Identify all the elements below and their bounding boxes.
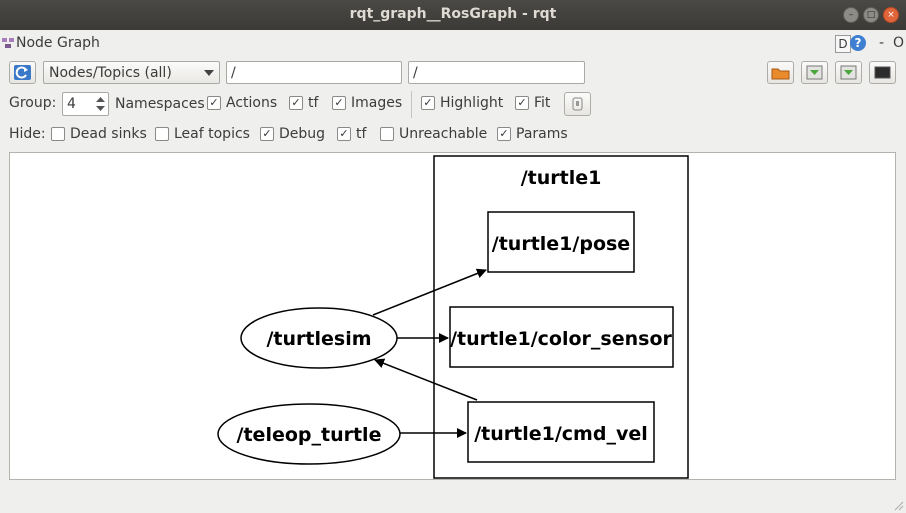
maximize-button[interactable]: □: [863, 7, 879, 23]
group-label: Group:: [9, 95, 57, 111]
fit-view-button[interactable]: [564, 92, 591, 116]
plugin-title: Node Graph: [16, 35, 100, 51]
topic-color-sensor-label: /turtle1/color_sensor: [450, 328, 672, 350]
graph-canvas[interactable]: /turtle1 /turtle1/pose /turtle1/color_se…: [9, 152, 896, 480]
debug-label: Debug: [279, 126, 326, 142]
close-plugin-button[interactable]: O: [893, 35, 904, 51]
tf-group-label: tf: [308, 95, 319, 111]
dead-sinks-checkbox[interactable]: [51, 127, 65, 141]
node-turtlesim-label: /turtlesim: [266, 328, 371, 350]
graph-svg: /turtle1 /turtle1/pose /turtle1/color_se…: [217, 155, 689, 479]
window-title: rqt_graph__RosGraph - rqt: [349, 6, 557, 22]
save-dot-button[interactable]: [801, 61, 828, 84]
fit-checkbox[interactable]: ✓: [515, 96, 529, 110]
save-svg-icon: [840, 65, 857, 80]
save-dot-icon: [806, 65, 823, 80]
minimize-plugin-button[interactable]: -: [879, 35, 884, 51]
tf-group-checkbox[interactable]: ✓: [332, 96, 346, 110]
fit-label: Fit: [534, 95, 551, 111]
help-icon[interactable]: ?: [850, 35, 866, 51]
topic-filter-input[interactable]: /: [408, 61, 585, 84]
images-label: Images: [351, 95, 403, 111]
unreachable-checkbox[interactable]: [380, 127, 394, 141]
load-dot-button[interactable]: [767, 61, 794, 84]
namespaces-checkbox[interactable]: ✓: [207, 96, 221, 110]
group-spinbox[interactable]: 4: [62, 92, 109, 116]
leaf-topics-label: Leaf topics: [174, 126, 250, 142]
unreachable-label: Unreachable: [399, 126, 488, 142]
params-label: Params: [516, 126, 568, 142]
highlight-label: Highlight: [440, 95, 504, 111]
graph-mode-value: Nodes/Topics (all): [49, 65, 172, 81]
spin-arrows-icon[interactable]: [96, 96, 105, 112]
node-filter-value: /: [231, 65, 236, 81]
dead-sinks-label: Dead sinks: [70, 126, 147, 142]
hide-label: Hide:: [9, 126, 46, 142]
node-teleop-turtle-label: /teleop_turtle: [237, 424, 382, 446]
minimize-button[interactable]: –: [843, 7, 859, 23]
hide-tf-label: tf: [356, 126, 367, 142]
topic-cmd-vel-label: /turtle1/cmd_vel: [474, 423, 648, 445]
refresh-icon: [14, 65, 31, 80]
separator: [411, 91, 412, 118]
topic-pose-label: /turtle1/pose: [492, 233, 630, 255]
resize-grip-icon[interactable]: [893, 500, 904, 511]
hide-tf-checkbox[interactable]: ✓: [337, 127, 351, 141]
actions-label: Actions: [226, 95, 278, 111]
leaf-topics-checkbox[interactable]: [155, 127, 169, 141]
namespaces-label: Namespaces: [115, 96, 205, 112]
fit-view-icon: [572, 97, 583, 111]
params-checkbox[interactable]: ✓: [497, 127, 511, 141]
window-titlebar: rqt_graph__RosGraph - rqt – □ ×: [0, 0, 906, 30]
save-svg-button[interactable]: [835, 61, 862, 84]
folder-open-icon: [771, 68, 790, 80]
cluster-label: /turtle1: [521, 167, 602, 189]
group-value: 4: [67, 96, 76, 112]
chevron-down-icon: [204, 70, 214, 76]
close-button[interactable]: ×: [883, 7, 899, 23]
refresh-button[interactable]: [9, 61, 36, 84]
topic-filter-value: /: [413, 65, 418, 81]
d-button[interactable]: D: [835, 35, 851, 53]
node-filter-input[interactable]: /: [226, 61, 402, 84]
graph-mode-select[interactable]: Nodes/Topics (all): [43, 61, 220, 84]
screenshot-icon: [874, 66, 891, 79]
plugin-icon: [2, 38, 14, 48]
highlight-checkbox[interactable]: ✓: [421, 96, 435, 110]
save-image-button[interactable]: [869, 61, 896, 84]
actions-checkbox[interactable]: ✓: [289, 96, 303, 110]
debug-checkbox[interactable]: ✓: [260, 127, 274, 141]
